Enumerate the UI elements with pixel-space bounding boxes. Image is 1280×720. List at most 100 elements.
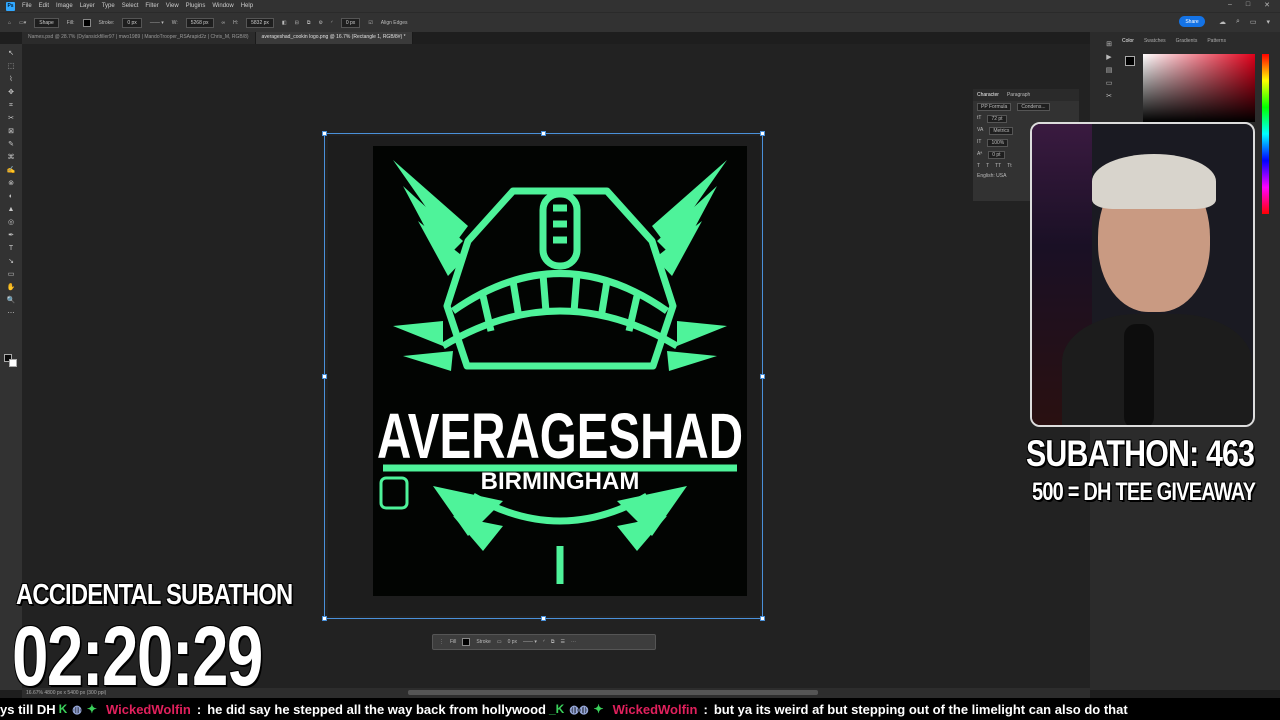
- rectangle-tool-icon[interactable]: ▭: [5, 269, 17, 280]
- stroke-width-field[interactable]: 0 px: [122, 17, 142, 28]
- tab-color[interactable]: Color: [1122, 38, 1134, 44]
- tab-swatches[interactable]: Swatches: [1144, 38, 1166, 44]
- transform-handle-tl[interactable]: [322, 131, 327, 136]
- menu-view[interactable]: View: [166, 3, 179, 9]
- tools-icon[interactable]: ✂: [1106, 92, 1112, 100]
- align-edges-checkbox[interactable]: ☑: [368, 20, 372, 26]
- crop-tool-icon[interactable]: ⌗: [5, 100, 17, 111]
- baseline-field[interactable]: 0 pt: [988, 151, 1005, 159]
- stamp-tool-icon[interactable]: ⊗: [5, 178, 17, 189]
- color-panel-fg-swatch[interactable]: [1125, 56, 1135, 66]
- cloud-icon[interactable]: ☁: [1219, 18, 1226, 26]
- align-icon[interactable]: ⊟: [295, 20, 299, 26]
- learn-icon[interactable]: ⊞: [1106, 40, 1112, 48]
- ctx-drag-handle-icon[interactable]: ⋮: [439, 639, 444, 645]
- arrange-icon[interactable]: ⧉: [307, 20, 311, 26]
- ctx-stroke-width[interactable]: 0 px: [508, 639, 517, 645]
- corner-radius-field[interactable]: 0 px: [340, 17, 361, 28]
- gear-icon[interactable]: ⚙: [318, 20, 322, 26]
- transform-handle-tr[interactable]: [760, 131, 765, 136]
- menu-plugins[interactable]: Plugins: [186, 3, 206, 9]
- path-select-tool-icon[interactable]: ↘: [5, 256, 17, 267]
- share-button[interactable]: Share: [1179, 16, 1205, 27]
- menu-file[interactable]: File: [22, 3, 32, 9]
- pen-tool-icon[interactable]: ✒: [5, 230, 17, 241]
- scale-field[interactable]: 100%: [987, 139, 1009, 147]
- ctx-more-icon[interactable]: ⋯: [571, 639, 576, 645]
- eyedropper-tool-icon[interactable]: ✎: [5, 139, 17, 150]
- transform-handle-ml[interactable]: [322, 374, 327, 379]
- stroke-style-select[interactable]: —— ▾: [150, 20, 164, 26]
- zoom-tool-icon[interactable]: 🔍: [5, 295, 17, 306]
- tab-character[interactable]: Character: [977, 92, 999, 98]
- selection-bounding-box[interactable]: [322, 131, 765, 621]
- more-tools-icon[interactable]: ⋯: [5, 308, 17, 319]
- tab-names-psd[interactable]: Names.psd @ 28.7% (Dylansickfiller97 | m…: [22, 32, 256, 44]
- corner-radius-icon[interactable]: ◜: [331, 20, 333, 26]
- hue-slider[interactable]: [1262, 54, 1269, 214]
- ctx-stroke-style-icon[interactable]: —— ▾: [523, 639, 537, 645]
- tab-patterns[interactable]: Patterns: [1207, 38, 1226, 44]
- settings-icon[interactable]: ▾: [1266, 18, 1270, 26]
- comments-icon[interactable]: ▭: [1106, 79, 1113, 87]
- width-field[interactable]: 5268 px: [185, 17, 214, 28]
- tab-gradients[interactable]: Gradients: [1176, 38, 1198, 44]
- faux-italic-icon[interactable]: T: [986, 163, 989, 169]
- quick-select-tool-icon[interactable]: ✥: [5, 87, 17, 98]
- tab-averageshad-logo[interactable]: averageshad_cookin logo.png @ 16.7% (Rec…: [255, 32, 413, 44]
- gradient-tool-icon[interactable]: ◎: [5, 217, 17, 228]
- menu-help[interactable]: Help: [241, 3, 253, 9]
- libraries-icon[interactable]: ▤: [1106, 66, 1113, 74]
- height-field[interactable]: 5832 px: [246, 17, 274, 28]
- ctx-adjust-icon[interactable]: ☰: [560, 639, 564, 645]
- menu-window[interactable]: Window: [212, 3, 233, 9]
- type-tool-icon[interactable]: T: [5, 243, 17, 254]
- marquee-tool-icon[interactable]: ⬚: [5, 61, 17, 72]
- font-style-select[interactable]: Condens...: [1017, 103, 1050, 111]
- font-size-field[interactable]: 72 pt: [987, 115, 1007, 123]
- menu-image[interactable]: Image: [56, 3, 73, 9]
- color-picker-field[interactable]: [1143, 54, 1255, 122]
- transform-handle-bl[interactable]: [322, 616, 327, 621]
- lasso-tool-icon[interactable]: ⌇: [5, 74, 17, 85]
- close-icon[interactable]: ✕: [1264, 1, 1270, 9]
- menu-select[interactable]: Select: [122, 3, 139, 9]
- kerning-field[interactable]: Metrics: [989, 127, 1014, 135]
- shape-mode-select[interactable]: Shape: [34, 17, 59, 28]
- tab-paragraph[interactable]: Paragraph: [1007, 92, 1030, 98]
- font-family-select[interactable]: PP Formula: [977, 103, 1012, 111]
- ctx-stroke-swatch-icon[interactable]: ▭: [497, 639, 502, 645]
- play-icon[interactable]: ▶: [1106, 53, 1111, 61]
- all-caps-icon[interactable]: TT: [995, 163, 1001, 169]
- slice-tool-icon[interactable]: ✂: [5, 113, 17, 124]
- menu-layer[interactable]: Layer: [80, 3, 95, 9]
- transform-handle-tc[interactable]: [541, 131, 546, 136]
- transform-handle-bc[interactable]: [541, 616, 546, 621]
- ctx-duplicate-icon[interactable]: ⧉: [551, 639, 555, 645]
- faux-bold-icon[interactable]: T: [977, 163, 980, 169]
- ctx-corner-icon[interactable]: ◜: [543, 639, 545, 645]
- language-select[interactable]: English: USA: [977, 173, 1006, 179]
- home-icon[interactable]: ⌂: [8, 20, 11, 26]
- ctx-fill-swatch[interactable]: [462, 638, 471, 646]
- menu-type[interactable]: Type: [102, 3, 115, 9]
- menu-filter[interactable]: Filter: [145, 3, 158, 9]
- eraser-tool-icon[interactable]: ▲: [5, 204, 17, 215]
- maximize-icon[interactable]: □: [1246, 1, 1250, 9]
- healing-tool-icon[interactable]: ⌘: [5, 152, 17, 163]
- link-icon[interactable]: ∞: [222, 20, 226, 26]
- frame-tool-icon[interactable]: ⊠: [5, 126, 17, 137]
- fill-swatch[interactable]: [82, 18, 91, 27]
- workspace-icon[interactable]: ▭: [1250, 18, 1257, 26]
- transform-handle-mr[interactable]: [760, 374, 765, 379]
- menu-edit[interactable]: Edit: [39, 3, 49, 9]
- brush-tool-icon[interactable]: ✍: [5, 165, 17, 176]
- small-caps-icon[interactable]: Tt: [1007, 163, 1011, 169]
- search-icon[interactable]: ⌕: [1236, 18, 1240, 26]
- transform-handle-br[interactable]: [760, 616, 765, 621]
- minimize-icon[interactable]: –: [1228, 1, 1232, 9]
- history-brush-tool-icon[interactable]: ◐: [5, 191, 17, 202]
- background-color-swatch[interactable]: [9, 359, 17, 367]
- hand-tool-icon[interactable]: ✋: [5, 282, 17, 293]
- move-tool-icon[interactable]: ↖: [5, 48, 17, 59]
